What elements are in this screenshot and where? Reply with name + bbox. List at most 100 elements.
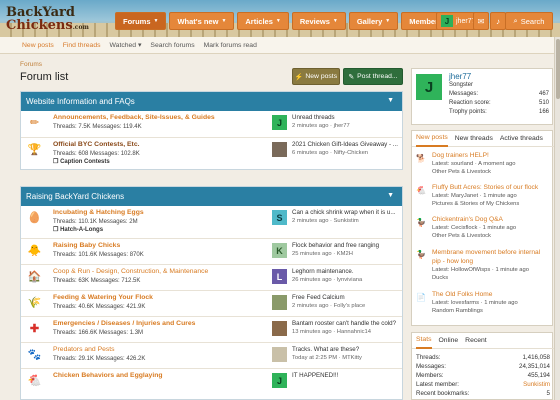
last-post-title: Tracks. What are these?	[292, 346, 360, 353]
list-item[interactable]: 🐕 Dog trainers HELP! Latest: sourland · …	[416, 152, 552, 182]
subnav-new-posts[interactable]: New posts	[22, 42, 54, 49]
last-post-meta: 26 minutes ago · lynviviana	[292, 277, 363, 283]
forum-title[interactable]: Feeding & Watering Your Flock	[53, 294, 153, 301]
thread-forum: Ducks	[432, 275, 449, 281]
subforum-link[interactable]: ❐ Hatch-A-Longs	[53, 226, 103, 233]
thread-title: Membrane movement before internal pip - …	[432, 249, 541, 265]
forum-stats: Threads: 101.6K Messages: 870K	[53, 252, 144, 258]
nav-reviews[interactable]: Reviews ▼	[291, 12, 346, 30]
post-thread-button[interactable]: ✎ Post thread...	[343, 68, 403, 85]
last-post-meta: 13 minutes ago · Hannahnic14	[292, 329, 371, 335]
subnav-mark-read[interactable]: Mark forums read	[204, 42, 257, 49]
tab-online[interactable]: Online	[439, 337, 459, 344]
forum-node[interactable]: ✏ Announcements, Feedback, Site-Issues, …	[21, 111, 402, 137]
last-post-title: Leghorn maintenance.	[292, 268, 354, 275]
document-icon: 📄	[416, 293, 426, 302]
category-header[interactable]: Website Information and FAQs ▼	[21, 92, 402, 111]
profile-stat: Trophy points: 166	[449, 109, 549, 115]
subnav-watched[interactable]: Watched ▾	[110, 41, 142, 49]
breadcrumb[interactable]: Forums	[20, 61, 42, 68]
forum-title[interactable]: Chicken Behaviors and Egglaying	[53, 372, 163, 379]
subnav-search-forums[interactable]: Search forums	[150, 42, 194, 49]
forum-stats: Threads: 7.5K Messages: 119.4K	[53, 124, 142, 130]
profile-name[interactable]: jher77	[449, 72, 471, 81]
page-title: Forum list	[20, 71, 69, 83]
last-post-title: Flock behavior and free ranging	[292, 242, 380, 249]
last-post-meta: Today at 2:25 PM · MTKitty	[292, 355, 362, 361]
chat-icon: ❐	[53, 159, 59, 165]
avatar: J	[441, 15, 453, 27]
thread-title: The Old Folks Home	[432, 291, 493, 298]
forum-title[interactable]: Incubating & Hatching Eggs	[53, 209, 144, 216]
dog-icon: 🐕	[416, 154, 426, 163]
scrollbar[interactable]	[554, 37, 560, 400]
forum-title[interactable]: Emergencies / Diseases / Injuries and Cu…	[53, 320, 195, 327]
list-item[interactable]: 🦆 Membrane movement before internal pip …	[416, 248, 552, 288]
sub-navigation: New posts Find threads Watched ▾ Search …	[0, 37, 560, 54]
forum-node[interactable]: 🐔 Chicken Behaviors and Egglaying J IT H…	[21, 368, 402, 394]
new-posts-button[interactable]: ⚡ New posts	[292, 68, 340, 85]
tab-new-threads[interactable]: New threads	[455, 135, 493, 142]
nav-articles[interactable]: Articles ▼	[237, 12, 289, 30]
search-button[interactable]: ⌕ Search	[505, 12, 553, 30]
avatar: J	[272, 373, 287, 388]
forum-node[interactable]: 🌾 Feeding & Watering Your Flock Threads:…	[21, 290, 402, 316]
forum-title[interactable]: Predators and Pests	[53, 346, 115, 353]
avatar	[272, 347, 287, 362]
pencil-icon: ✎	[348, 73, 355, 81]
category-header[interactable]: Raising BackYard Chickens ▼	[21, 187, 402, 206]
forum-node[interactable]: 🐥 Raising Baby Chicks Threads: 101.6K Me…	[21, 238, 402, 264]
bell-icon[interactable]: ♪	[490, 12, 506, 30]
nav-gallery[interactable]: Gallery ▼	[348, 12, 399, 30]
last-post-title: IT HAPPENED!!!	[292, 372, 339, 379]
chick-icon: 🐥	[27, 245, 42, 257]
tab-stats[interactable]: Stats	[416, 333, 432, 349]
chat-icon: ❐	[53, 227, 59, 233]
last-post-meta: 25 minutes ago · KM2H	[292, 251, 353, 257]
egg-icon: 🥚	[27, 212, 42, 224]
thread-forum: Other Pets & Livestock	[432, 169, 491, 175]
scrollbar-thumb[interactable]	[556, 39, 560, 99]
list-item[interactable]: 🦆 Chickentrain's Dog Q&A Latest: Cecisfl…	[416, 216, 552, 246]
profile-stat: Reaction score: 510	[449, 100, 549, 106]
forum-title[interactable]: Coop & Run - Design, Construction, & Mai…	[53, 268, 208, 275]
forum-node[interactable]: 🐾 Predators and Pests Threads: 29.1K Mes…	[21, 342, 402, 368]
profile-role: Songster	[449, 82, 474, 88]
logo-text-2: Chickens.com	[6, 18, 89, 33]
tab-active-threads[interactable]: Active threads	[500, 135, 543, 142]
subnav-find-threads[interactable]: Find threads	[63, 42, 101, 49]
avatar: J	[272, 115, 287, 130]
list-item[interactable]: 🐔 Fluffy Butt Acres: Stories of our floc…	[416, 184, 552, 214]
nav-forums[interactable]: Forums ▼	[115, 12, 167, 30]
forum-node[interactable]: 🥚 Incubating & Hatching Eggs Threads: 11…	[21, 206, 402, 238]
forum-node[interactable]: 🏆 Official BYC Contests, Etc. Threads: 6…	[21, 137, 402, 169]
forum-category-website-info: Website Information and FAQs ▼ ✏ Announce…	[20, 91, 403, 170]
tab-new-posts[interactable]: New posts	[416, 131, 448, 147]
stat-row: Latest member: Sunkistim	[416, 381, 550, 388]
forum-node[interactable]: 🏠 Coop & Run - Design, Construction, & M…	[21, 264, 402, 290]
chicken-icon: 🐔	[27, 375, 42, 387]
stat-row: Members: 455,194	[416, 372, 550, 379]
avatar: S	[272, 210, 287, 225]
last-post-meta: 2 minutes ago · Sunkistim	[292, 218, 359, 224]
avatar[interactable]: J	[416, 74, 442, 100]
site-logo[interactable]: BackYard Chickens.com	[6, 2, 98, 35]
envelope-icon[interactable]: ✉	[473, 12, 489, 30]
forum-stats: Threads: 166.6K Messages: 1.3M	[53, 330, 144, 336]
forum-node[interactable]: ✚ Emergencies / Diseases / Injuries and …	[21, 316, 402, 342]
last-post-meta: 6 minutes ago · Nifty-Chicken	[292, 150, 369, 156]
main-nav: Forums ▼ What's new ▼ Articles ▼ Reviews ▼ G…	[115, 12, 459, 30]
forum-title[interactable]: Official BYC Contests, Etc.	[53, 141, 140, 148]
chevron-down-icon: ▾	[137, 42, 142, 49]
search-icon: ⌕	[513, 16, 518, 25]
thread-forum: Other Pets & Livestock	[432, 233, 491, 239]
subforum-link[interactable]: ❐ Caption Contests	[53, 158, 110, 165]
forum-title[interactable]: Announcements, Feedback, Site-Issues, & …	[53, 114, 215, 121]
nav-whats-new[interactable]: What's new ▼	[169, 12, 235, 30]
forum-title[interactable]: Raising Baby Chicks	[53, 242, 120, 249]
avatar: K	[272, 243, 287, 258]
chevron-down-icon: ▼	[387, 192, 394, 199]
list-item[interactable]: 📄 The Old Folks Home Latest: lovesfarms …	[416, 291, 552, 321]
tab-recent[interactable]: Recent	[465, 337, 487, 344]
stats-widget: Stats Online Recent Threads: 1,416,058 Me…	[411, 332, 554, 400]
